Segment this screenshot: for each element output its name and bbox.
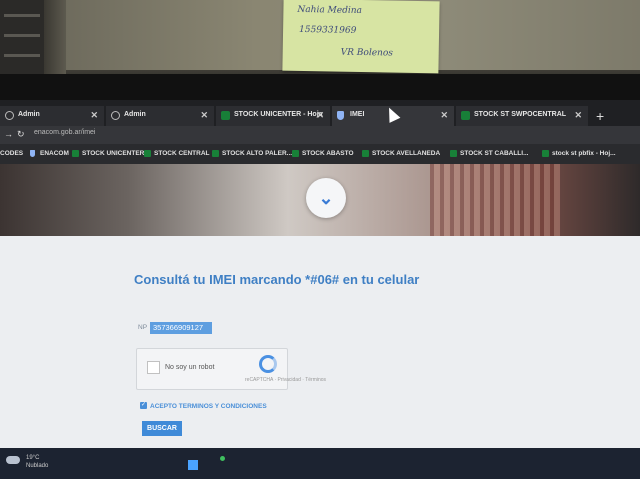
weather-temp: 19°C [26, 455, 40, 461]
shield-icon [337, 111, 344, 120]
bookmark-codes[interactable]: CODES [0, 150, 23, 157]
bookmark-label: stock st pbfix - Hoj... [552, 150, 616, 157]
reload-icon[interactable]: ↻ [17, 129, 25, 140]
bookmark-label: STOCK AVELLANEDA [372, 150, 441, 157]
bookmark-stock-unicenter[interactable]: STOCK UNICENTER [72, 150, 144, 157]
tab-admin-1[interactable]: Admin ✕ [0, 106, 104, 126]
shelf-divider [4, 14, 40, 17]
tab-label: STOCK UNICENTER - Hoja [234, 111, 323, 118]
close-icon[interactable]: ✕ [440, 110, 448, 121]
chevron-down-icon[interactable]: ⌄ [306, 178, 346, 218]
bookmark-label: ENACOM [40, 150, 69, 157]
recaptcha-icon [259, 355, 277, 373]
bookmark-label: CODES [0, 150, 24, 157]
weather-widget[interactable]: 19°C Nublado [26, 454, 48, 470]
terms-label[interactable]: ACEPTO TERMINOS Y CONDICIONES [150, 403, 267, 410]
tab-label: Admin [124, 111, 146, 118]
shield-icon [30, 150, 35, 157]
close-icon[interactable]: ✕ [574, 110, 582, 121]
tab-label: STOCK ST SWPOCENTRAL [474, 111, 567, 118]
sheets-icon [450, 150, 457, 157]
sheets-icon [144, 150, 151, 157]
page-content: ⌄ Consultá tu IMEI marcando *#06# en tu … [0, 164, 640, 479]
shelf-divider [4, 34, 40, 37]
imei-input[interactable]: 357366909127 [150, 322, 212, 334]
globe-icon [5, 111, 14, 120]
sheets-icon [72, 150, 79, 157]
sheets-icon [212, 150, 219, 157]
sheets-icon [292, 150, 299, 157]
close-icon[interactable]: ✕ [316, 110, 324, 121]
bookmark-stock-st-pbfix[interactable]: stock st pbfix - Hoj... [542, 150, 616, 157]
captcha-checkbox[interactable] [147, 361, 160, 374]
recaptcha-widget: No soy un robot reCAPTCHA · Privacidad ·… [136, 348, 326, 390]
sheets-icon [362, 150, 369, 157]
sticky-note-name: Nahia Medina [297, 4, 363, 17]
recaptcha-links: reCAPTCHA · Privacidad · Términos [245, 377, 327, 383]
bookmark-label: STOCK ST CABALLI... [460, 150, 529, 157]
url-field[interactable]: enacom.gob.ar/imei [34, 129, 95, 136]
windows-start-icon[interactable] [188, 460, 198, 470]
close-icon[interactable]: ✕ [90, 110, 98, 121]
pillar [44, 0, 66, 80]
bookmark-label: STOCK CENTRAL [154, 150, 210, 157]
sheets-icon [542, 150, 549, 157]
new-tab-icon[interactable]: + [596, 108, 604, 124]
captcha-label: No soy un robot [165, 364, 215, 371]
search-button[interactable]: BUSCAR [142, 421, 182, 436]
sticky-note: Nahia Medina 1559331969 VR Bolenos [282, 0, 440, 74]
bookmark-stock-avellaneda[interactable]: STOCK AVELLANEDA [362, 150, 440, 157]
bookmark-stock-alto-palermo[interactable]: STOCK ALTO PALER... [212, 150, 292, 157]
tab-admin-2[interactable]: Admin ✕ [106, 106, 214, 126]
hero-banner: ⌄ [0, 164, 640, 236]
bookmark-label: STOCK ALTO PALER... [222, 150, 293, 157]
monitor-screen: Admin ✕ Admin ✕ STOCK UNICENTER - Hoja ✕… [0, 100, 640, 479]
status-dot-icon [220, 456, 225, 461]
bookmarks-bar: CODES ENACOM STOCK UNICENTER STOCK CENTR… [0, 144, 640, 164]
page-title: Consultá tu IMEI marcando *#06# en tu ce… [134, 272, 420, 287]
bookmark-enacom[interactable]: ENACOM [30, 150, 69, 157]
tab-stock-swpocentral[interactable]: STOCK ST SWPOCENTRAL ✕ [456, 106, 588, 126]
sheets-icon [221, 111, 230, 120]
weather-desc: Nublado [26, 463, 49, 469]
hero-image [430, 164, 560, 236]
tab-stock-unicenter[interactable]: STOCK UNICENTER - Hoja ✕ [216, 106, 330, 126]
bookmark-label: STOCK ABASTO [302, 150, 354, 157]
background-scene: Nahia Medina 1559331969 VR Bolenos [0, 0, 640, 85]
sticky-note-extra: VR Bolenos [340, 47, 394, 59]
globe-icon [111, 111, 120, 120]
bookmark-stock-central[interactable]: STOCK CENTRAL [144, 150, 210, 157]
taskbar: 19°C Nublado [0, 448, 640, 479]
imei-label: NP [138, 324, 148, 331]
terms-checkbox[interactable]: ✓ [140, 402, 147, 409]
bookmark-label: STOCK UNICENTER [82, 150, 145, 157]
sheets-icon [461, 111, 470, 120]
sticky-note-phone: 1559331969 [299, 24, 357, 36]
tab-label: Admin [18, 111, 40, 118]
close-icon[interactable]: ✕ [200, 110, 208, 121]
cloud-icon [6, 456, 20, 464]
bookmark-stock-abasto[interactable]: STOCK ABASTO [292, 150, 354, 157]
tab-label: IMEI [350, 111, 365, 118]
forward-icon[interactable]: → [4, 129, 13, 139]
shelf [0, 0, 44, 80]
bookmark-stock-st-caballito[interactable]: STOCK ST CABALLI... [450, 150, 529, 157]
address-bar: → ↻ enacom.gob.ar/imei [0, 126, 640, 144]
shelf-divider [4, 54, 40, 57]
tab-bar: Admin ✕ Admin ✕ STOCK UNICENTER - Hoja ✕… [0, 100, 640, 126]
